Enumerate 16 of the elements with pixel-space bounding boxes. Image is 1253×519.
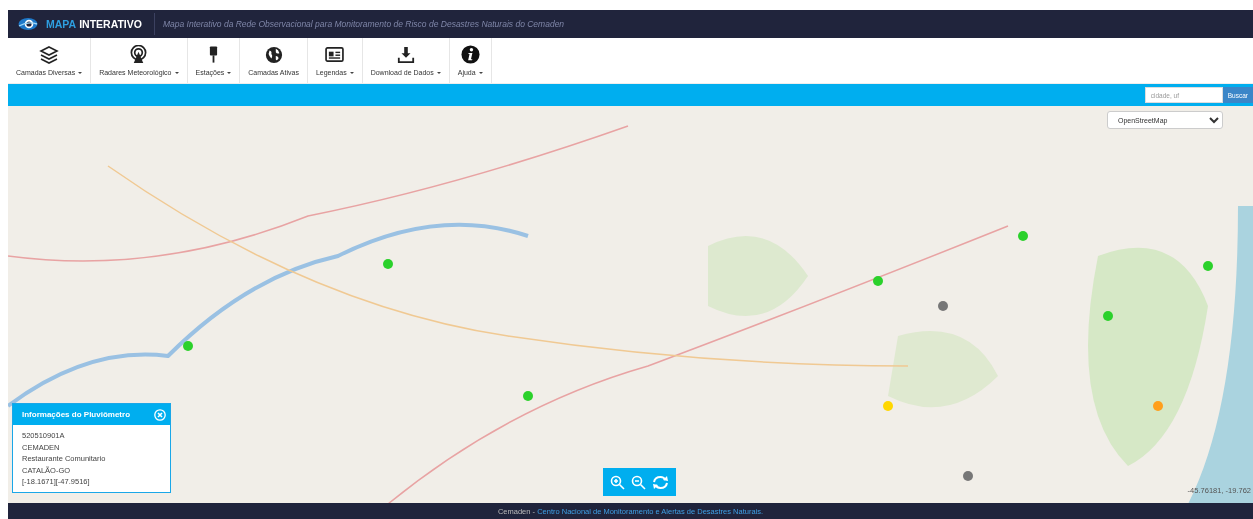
legend-icon xyxy=(325,47,345,62)
brand-text: INTERATIVO xyxy=(79,18,142,30)
zoom-in-icon[interactable] xyxy=(610,474,625,490)
brand-text: MAPA xyxy=(46,18,77,30)
radar-icon xyxy=(129,45,149,64)
close-icon[interactable] xyxy=(154,408,166,421)
download-icon xyxy=(396,45,415,64)
globe-icon xyxy=(264,45,283,64)
header-subtitle: Mapa Interativo da Rede Observacional para Monitoramento de Risco de Desastres Naturais do Cemaden xyxy=(162,19,565,29)
info-icon xyxy=(460,45,480,64)
layers-icon xyxy=(39,45,60,64)
logo-icon xyxy=(18,17,38,31)
station-icon xyxy=(208,45,218,64)
refresh-icon[interactable] xyxy=(652,474,669,490)
panel-title: Informações do Pluviômetro xyxy=(22,410,131,419)
zoom-out-icon[interactable] xyxy=(631,474,646,490)
